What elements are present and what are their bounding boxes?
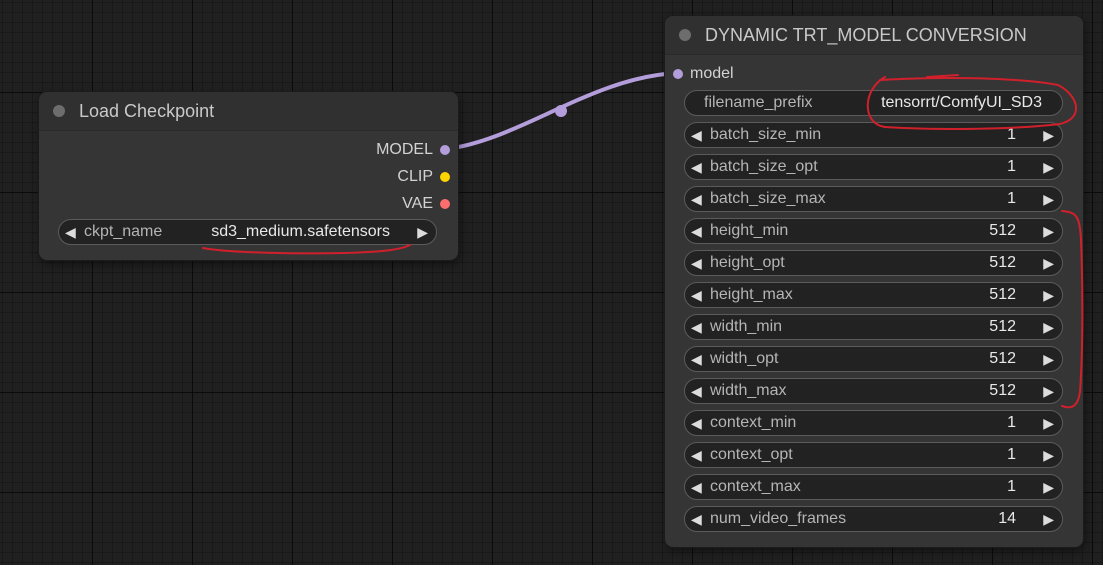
widget-value: 1 — [1007, 190, 1016, 207]
widget-label: height_min — [710, 222, 789, 239]
arrow-right-icon[interactable]: ▶ — [1043, 510, 1054, 528]
widget-value: 512 — [989, 382, 1016, 399]
widget-value: 14 — [998, 510, 1016, 527]
arrow-right-icon[interactable]: ▶ — [1043, 382, 1054, 400]
number-widget-num-video-frames[interactable]: ◀ num_video_frames 14 ▶ — [684, 506, 1063, 532]
arrow-left-icon[interactable]: ◀ — [691, 190, 702, 208]
node-title: Load Checkpoint — [79, 101, 215, 121]
arrow-left-icon[interactable]: ◀ — [691, 478, 702, 496]
widget-label: context_max — [710, 478, 801, 495]
node-title: DYNAMIC TRT_MODEL CONVERSION — [705, 25, 1027, 45]
widget-value: 1 — [1007, 478, 1016, 495]
vae-socket-icon[interactable] — [440, 199, 450, 209]
widget-label: height_max — [710, 286, 793, 303]
arrow-left-icon[interactable]: ◀ — [691, 318, 702, 336]
arrow-left-icon[interactable]: ◀ — [691, 222, 702, 240]
input-model[interactable]: model — [673, 64, 734, 84]
clip-socket-icon[interactable] — [440, 172, 450, 182]
arrow-right-icon[interactable]: ▶ — [1043, 190, 1054, 208]
number-widget-width-max[interactable]: ◀ width_max 512 ▶ — [684, 378, 1063, 404]
number-widget-height-opt[interactable]: ◀ height_opt 512 ▶ — [684, 250, 1063, 276]
widget-value: 1 — [1007, 126, 1016, 143]
number-widget-batch-size-opt[interactable]: ◀ batch_size_opt 1 ▶ — [684, 154, 1063, 180]
output-clip[interactable]: CLIP — [397, 167, 452, 187]
arrow-left-icon[interactable]: ◀ — [691, 286, 702, 304]
trt-conversion-header[interactable]: DYNAMIC TRT_MODEL CONVERSION — [665, 16, 1083, 55]
trt-conversion-node[interactable]: DYNAMIC TRT_MODEL CONVERSION model filen… — [665, 16, 1083, 547]
arrow-right-icon[interactable]: ▶ — [1043, 158, 1054, 176]
widget-label: context_opt — [710, 446, 793, 463]
arrow-right-icon[interactable]: ▶ — [1043, 478, 1054, 496]
arrow-right-icon[interactable]: ▶ — [417, 223, 428, 241]
arrow-left-icon[interactable]: ◀ — [691, 126, 702, 144]
widget-label: batch_size_max — [710, 190, 826, 207]
arrow-right-icon[interactable]: ▶ — [1043, 286, 1054, 304]
widget-label: context_min — [710, 414, 797, 431]
number-widget-width-min[interactable]: ◀ width_min 512 ▶ — [684, 314, 1063, 340]
filename-prefix-field[interactable]: filename_prefix tensorrt/ComfyUI_SD3 — [684, 90, 1063, 116]
output-vae[interactable]: VAE — [402, 194, 452, 214]
number-widget-context-min[interactable]: ◀ context_min 1 ▶ — [684, 410, 1063, 436]
widget-label: ckpt_name — [84, 223, 163, 240]
output-label: VAE — [402, 195, 433, 212]
widget-value: 1 — [1007, 158, 1016, 175]
widget-value: sd3_medium.safetensors — [211, 223, 390, 240]
widget-value: 512 — [989, 254, 1016, 271]
arrow-left-icon[interactable]: ◀ — [691, 158, 702, 176]
widget-value: 512 — [989, 350, 1016, 367]
arrow-right-icon[interactable]: ▶ — [1043, 414, 1054, 432]
widget-value: 512 — [989, 318, 1016, 335]
widget-value: 1 — [1007, 446, 1016, 463]
widget-label: width_max — [710, 382, 787, 399]
arrow-left-icon[interactable]: ◀ — [691, 510, 702, 528]
model-link[interactable] — [444, 71, 678, 151]
link-midpoint-handle[interactable] — [555, 105, 567, 117]
arrow-left-icon[interactable]: ◀ — [691, 446, 702, 464]
arrow-right-icon[interactable]: ▶ — [1043, 126, 1054, 144]
widget-label: batch_size_opt — [710, 158, 818, 175]
number-widget-height-min[interactable]: ◀ height_min 512 ▶ — [684, 218, 1063, 244]
widget-value: 512 — [989, 222, 1016, 239]
widget-label: width_opt — [710, 350, 779, 367]
input-label: model — [690, 65, 734, 82]
ckpt-name-combo[interactable]: ◀ ckpt_name sd3_medium.safetensors ▶ — [58, 219, 437, 245]
arrow-right-icon[interactable]: ▶ — [1043, 318, 1054, 336]
arrow-right-icon[interactable]: ▶ — [1043, 254, 1054, 272]
widget-label: height_opt — [710, 254, 785, 271]
arrow-left-icon[interactable]: ◀ — [691, 350, 702, 368]
output-label: MODEL — [376, 141, 433, 158]
model-socket-icon[interactable] — [673, 69, 683, 79]
widget-label: num_video_frames — [710, 510, 847, 527]
arrow-left-icon[interactable]: ◀ — [691, 254, 702, 272]
arrow-right-icon[interactable]: ▶ — [1043, 222, 1054, 240]
number-widget-width-opt[interactable]: ◀ width_opt 512 ▶ — [684, 346, 1063, 372]
widget-label: filename_prefix — [704, 94, 813, 111]
widget-value: tensorrt/ComfyUI_SD3 — [881, 94, 1042, 111]
arrow-left-icon[interactable]: ◀ — [691, 382, 702, 400]
arrow-right-icon[interactable]: ▶ — [1043, 446, 1054, 464]
widget-value: 512 — [989, 286, 1016, 303]
model-socket-icon[interactable] — [440, 145, 450, 155]
number-widget-height-max[interactable]: ◀ height_max 512 ▶ — [684, 282, 1063, 308]
collapse-dot-icon[interactable] — [53, 105, 65, 117]
widget-value: 1 — [1007, 414, 1016, 431]
number-widget-context-opt[interactable]: ◀ context_opt 1 ▶ — [684, 442, 1063, 468]
output-label: CLIP — [397, 168, 433, 185]
arrow-right-icon[interactable]: ▶ — [1043, 350, 1054, 368]
collapse-dot-icon[interactable] — [679, 29, 691, 41]
load-checkpoint-header[interactable]: Load Checkpoint — [39, 92, 458, 131]
load-checkpoint-node[interactable]: Load Checkpoint MODEL CLIP VAE ◀ ckpt_na… — [39, 92, 458, 260]
number-widget-batch-size-max[interactable]: ◀ batch_size_max 1 ▶ — [684, 186, 1063, 212]
output-model[interactable]: MODEL — [376, 140, 452, 160]
arrow-left-icon[interactable]: ◀ — [691, 414, 702, 432]
arrow-left-icon[interactable]: ◀ — [65, 223, 76, 241]
number-widget-batch-size-min[interactable]: ◀ batch_size_min 1 ▶ — [684, 122, 1063, 148]
number-widget-context-max[interactable]: ◀ context_max 1 ▶ — [684, 474, 1063, 500]
widget-label: batch_size_min — [710, 126, 822, 143]
widget-label: width_min — [710, 318, 783, 335]
